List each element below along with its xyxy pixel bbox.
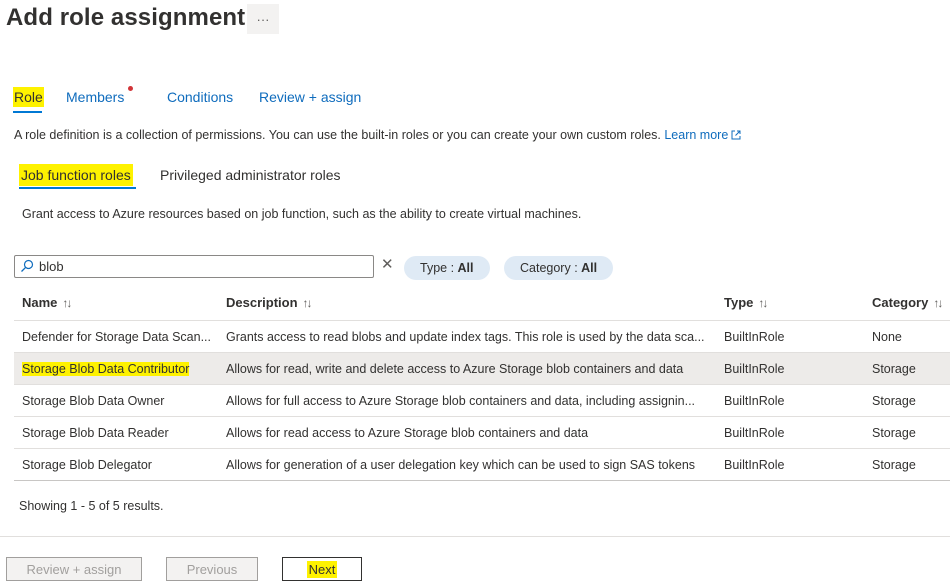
role-type: BuiltInRole [724,362,785,376]
role-type: BuiltInRole [724,426,785,440]
table-header: Name ↑↓ Description ↑↓ Type ↑↓ Category ↑↓ [14,290,950,321]
tab-label: Conditions [167,89,234,105]
table-row-selected[interactable]: Storage Blob Data Contributor Allows for… [14,353,950,385]
tab-label: Role [13,87,44,107]
role-description-cell: Allows for generation of a user delegati… [226,458,696,472]
previous-button[interactable]: Previous [166,557,258,581]
tab-label: Members [66,89,125,105]
sort-icon[interactable]: ↑↓ [62,296,72,310]
table-row[interactable]: Storage Blob Data Reader Allows for read… [14,417,950,449]
role-category: Storage [872,362,916,376]
column-header-type[interactable]: Type ↑↓ [724,295,768,310]
role-description: A role definition is a collection of per… [14,128,741,142]
role-name: Defender for Storage Data Scan... [22,330,211,344]
clear-search-icon[interactable]: ✕ [381,255,394,273]
subtab-job-function-roles[interactable]: Job function roles [19,164,133,186]
category-filter-pill[interactable]: Category : All [504,256,614,280]
role-category: Storage [872,426,916,440]
search-input[interactable] [39,257,369,276]
role-type: BuiltInRole [724,394,785,408]
table-row[interactable]: Storage Blob Delegator Allows for genera… [14,449,950,481]
results-summary: Showing 1 - 5 of 5 results. [19,499,164,513]
column-header-category[interactable]: Category ↑↓ [872,295,943,310]
external-link-icon [731,130,741,140]
role-name: Storage Blob Data Contributor [22,362,190,376]
subtab-description: Grant access to Azure resources based on… [22,207,582,221]
subtab-privileged-administrator-roles[interactable]: Privileged administrator roles [160,167,341,183]
role-category: None [872,330,902,344]
type-filter-pill[interactable]: Type : All [404,256,490,280]
review-assign-button[interactable]: Review + assign [6,557,142,581]
role-category: Storage [872,458,916,472]
sort-icon[interactable]: ↑↓ [933,296,943,310]
role-description-text: A role definition is a collection of per… [14,128,661,142]
next-button-label: Next [306,560,338,578]
table-row[interactable]: Storage Blob Data Owner Allows for full … [14,385,950,417]
role-description-cell: Grants access to read blobs and update i… [226,330,705,344]
role-description-cell: Allows for read access to Azure Storage … [226,426,589,440]
tab-conditions[interactable]: Conditions [167,89,233,105]
tab-review-assign[interactable]: Review + assign [259,89,361,105]
page-title: Add role assignment [6,4,246,31]
tab-role[interactable]: Role [13,87,44,107]
role-type: BuiltInRole [724,330,785,344]
role-type: BuiltInRole [724,458,785,472]
table-row[interactable]: Defender for Storage Data Scan... Grants… [14,321,950,353]
tab-label: Review + assign [259,89,362,105]
footer-divider [0,536,950,537]
column-header-description[interactable]: Description ↑↓ [226,295,313,310]
role-name: Storage Blob Data Owner [22,394,165,408]
role-description-cell: Allows for read, write and delete access… [226,362,684,376]
role-name: Storage Blob Data Reader [22,426,169,440]
subtab-label: Job function roles [19,164,133,186]
active-subtab-indicator [19,187,136,189]
required-indicator-dot [128,86,133,91]
more-options-button[interactable]: ··· [247,4,279,34]
active-tab-indicator [13,111,42,113]
next-button[interactable]: Next [282,557,362,581]
role-category: Storage [872,394,916,408]
subtab-label: Privileged administrator roles [160,167,341,183]
role-name: Storage Blob Delegator [22,458,152,472]
sort-icon[interactable]: ↑↓ [758,296,768,310]
search-box[interactable] [14,255,374,278]
tab-members[interactable]: Members [66,89,124,105]
learn-more-link[interactable]: Learn more [664,128,741,142]
column-header-name[interactable]: Name ↑↓ [22,295,72,310]
role-description-cell: Allows for full access to Azure Storage … [226,394,696,408]
sort-icon[interactable]: ↑↓ [303,296,313,310]
search-icon [21,259,34,272]
